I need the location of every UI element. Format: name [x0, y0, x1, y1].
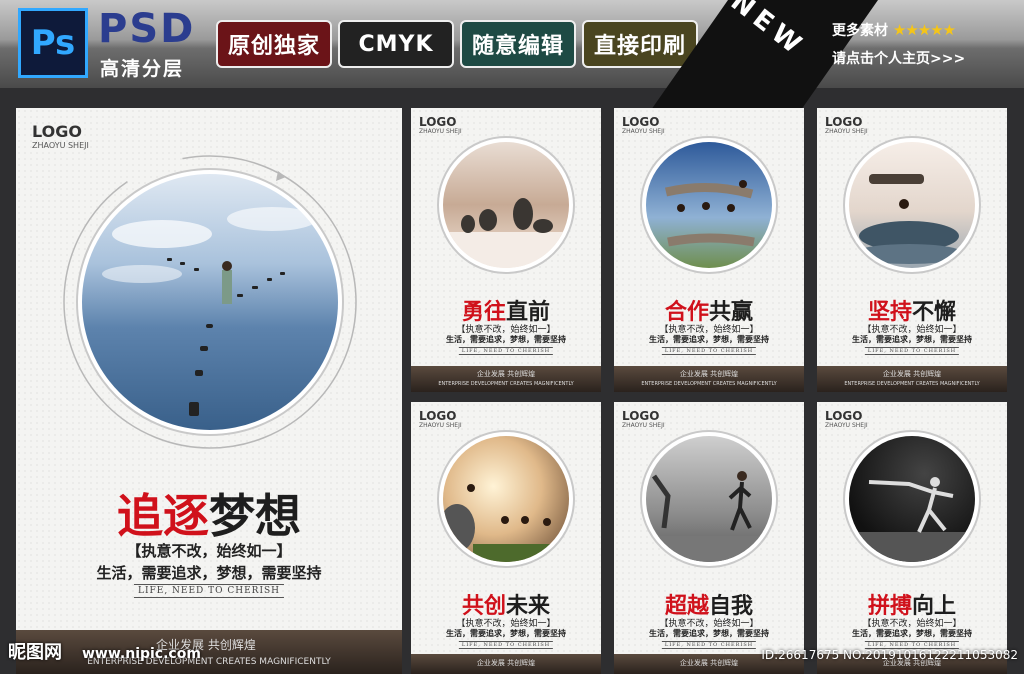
- badge-editable: 随意编辑: [460, 20, 576, 68]
- psd-label: PSD: [98, 6, 196, 52]
- card-life-tag: LIFE, NEED TO CHERISH: [661, 347, 757, 355]
- card-footer-cn: 企业发展 共创辉煌: [882, 370, 942, 378]
- poster-title-red: 追逐: [117, 489, 209, 543]
- card-footer-en: ENTERPRISE DEVELOPMENT CREATES MAGNIFICE…: [641, 381, 777, 387]
- poster-card[interactable]: LOGO ZHAOYU SHEJI 勇往直前 【执意不改，始终如一】 生活，需要…: [411, 108, 601, 392]
- poster-title: 追逐梦想: [16, 480, 402, 546]
- badge-original: 原创独家: [216, 20, 332, 68]
- card-logo-sub: ZHAOYU SHEJI: [622, 422, 665, 429]
- poster-footer-en: ENTERPRISE DEVELOPMENT CREATES MAGNIFICE…: [87, 657, 331, 667]
- card-logo: LOGO: [419, 409, 457, 423]
- poster-photo: [82, 174, 338, 430]
- poster-motto: 【执意不改，始终如一】: [126, 542, 292, 560]
- card-life-tag: LIFE, NEED TO CHERISH: [458, 641, 554, 649]
- card-logo-sub: ZHAOYU SHEJI: [419, 128, 462, 135]
- card-logo: LOGO: [622, 115, 660, 129]
- card-logo: LOGO: [419, 115, 457, 129]
- star-rating-icon: ★★★★★: [892, 21, 956, 39]
- poster-card[interactable]: LOGO ZHAOYU SHEJI 超越自我 【执意不改，始终如一】 生活，需要…: [614, 402, 804, 674]
- poster-card[interactable]: LOGO ZHAOYU SHEJI 拼搏向上 【执意不改，始终如一】 生活，需要…: [817, 402, 1007, 674]
- ants-sunset-illustration: [443, 484, 569, 562]
- card-slogan: 生活，需要追求，梦想，需要坚持: [649, 335, 769, 344]
- psd-subtitle: 高清分层: [100, 58, 185, 80]
- watermark-id: ID:26617675 NO:20191016122211053082: [761, 648, 1018, 662]
- poster-card[interactable]: LOGO ZHAOYU SHEJI 合作共赢 【执意不改，始终如一】 生活，需要…: [614, 108, 804, 392]
- more-materials[interactable]: 更多素材 ★★★★★: [832, 20, 956, 40]
- card-life-tag: LIFE, NEED TO CHERISH: [864, 347, 960, 355]
- card-footer: 企业发展 共创辉煌: [411, 654, 601, 674]
- card-footer-en: ENTERPRISE DEVELOPMENT CREATES MAGNIFICE…: [844, 381, 980, 387]
- photoshop-icon: Ps: [18, 8, 88, 78]
- card-photo: [443, 142, 569, 268]
- card-logo: LOGO: [825, 409, 863, 423]
- ant-stone-illustration: [853, 174, 965, 264]
- ants-log-illustration: [664, 180, 755, 247]
- poster-life-tag: LIFE, NEED TO CHERISH: [133, 584, 285, 598]
- runner-illustration: [646, 471, 772, 562]
- poster-logo-sub: ZHAOYU SHEJI: [32, 141, 89, 150]
- ants-illustration: [443, 198, 569, 268]
- card-footer-cn: 企业发展 共创辉煌: [476, 370, 536, 378]
- card-slogan: 生活，需要追求，梦想，需要坚持: [852, 335, 972, 344]
- card-photo: [646, 142, 772, 268]
- card-photo: [646, 436, 772, 562]
- poster-logo: LOGO: [32, 122, 82, 141]
- homepage-link[interactable]: 请点击个人主页>>>: [832, 48, 965, 68]
- card-slogan: 生活，需要追求，梦想，需要坚持: [852, 629, 972, 638]
- card-logo-sub: ZHAOYU SHEJI: [825, 422, 868, 429]
- card-slogan: 生活，需要追求，梦想，需要坚持: [649, 629, 769, 638]
- card-photo: [849, 436, 975, 562]
- card-logo-sub: ZHAOYU SHEJI: [419, 422, 462, 429]
- card-footer: 企业发展 共创辉煌 ENTERPRISE DEVELOPMENT CREATES…: [614, 366, 804, 392]
- poster-slogan: 生活，需要追求，梦想，需要坚持: [96, 564, 322, 582]
- fencer-illustration: [849, 477, 975, 562]
- card-footer-cn: 企业发展 共创辉煌: [679, 370, 739, 378]
- poster-footer-cn: 企业发展 共创辉煌: [156, 638, 256, 652]
- preview-canvas: Ps PSD 高清分层 原创独家 CMYK 随意编辑 直接印刷 NEW 更多素材…: [0, 0, 1024, 674]
- card-footer-en: ENTERPRISE DEVELOPMENT CREATES MAGNIFICE…: [438, 381, 574, 387]
- watermark-site: 昵图网: [8, 642, 62, 663]
- card-logo-sub: ZHAOYU SHEJI: [825, 128, 868, 135]
- poster-card[interactable]: LOGO ZHAOYU SHEJI 坚持不懈 【执意不改，始终如一】 生活，需要…: [817, 108, 1007, 392]
- card-footer: 企业发展 共创辉煌 ENTERPRISE DEVELOPMENT CREATES…: [411, 366, 601, 392]
- card-life-tag: LIFE, NEED TO CHERISH: [458, 347, 554, 355]
- card-footer: 企业发展 共创辉煌 ENTERPRISE DEVELOPMENT CREATES…: [817, 366, 1007, 392]
- badge-print: 直接印刷: [582, 20, 698, 68]
- watermark-url: www.nipic.com: [82, 646, 201, 662]
- poster-card[interactable]: LOGO ZHAOYU SHEJI 共创未来 【执意不改，始终如一】 生活，需要…: [411, 402, 601, 674]
- card-photo: [849, 142, 975, 268]
- card-logo-sub: ZHAOYU SHEJI: [622, 128, 665, 135]
- card-slogan: 生活，需要追求，梦想，需要坚持: [446, 335, 566, 344]
- poster-title-black: 梦想: [209, 489, 301, 543]
- more-label: 更多素材: [832, 23, 888, 39]
- card-slogan: 生活，需要追求，梦想，需要坚持: [446, 629, 566, 638]
- card-photo: [443, 436, 569, 562]
- card-logo: LOGO: [825, 115, 863, 129]
- poster-main[interactable]: LOGO ZHAOYU SHEJI 追逐梦想 【执意不改，始终如一】 生活，需要…: [16, 108, 402, 674]
- card-footer-cn: 企业发展 共创辉煌: [476, 659, 536, 667]
- card-logo: LOGO: [622, 409, 660, 423]
- badge-cmyk: CMYK: [338, 20, 454, 68]
- poster-footer: 企业发展 共创辉煌 ENTERPRISE DEVELOPMENT CREATES…: [16, 630, 402, 674]
- card-life-tag: LIFE, NEED TO CHERISH: [661, 641, 757, 649]
- footstep-path-illustration: [102, 207, 317, 416]
- top-banner: Ps PSD 高清分层 原创独家 CMYK 随意编辑 直接印刷 NEW 更多素材…: [0, 0, 1024, 110]
